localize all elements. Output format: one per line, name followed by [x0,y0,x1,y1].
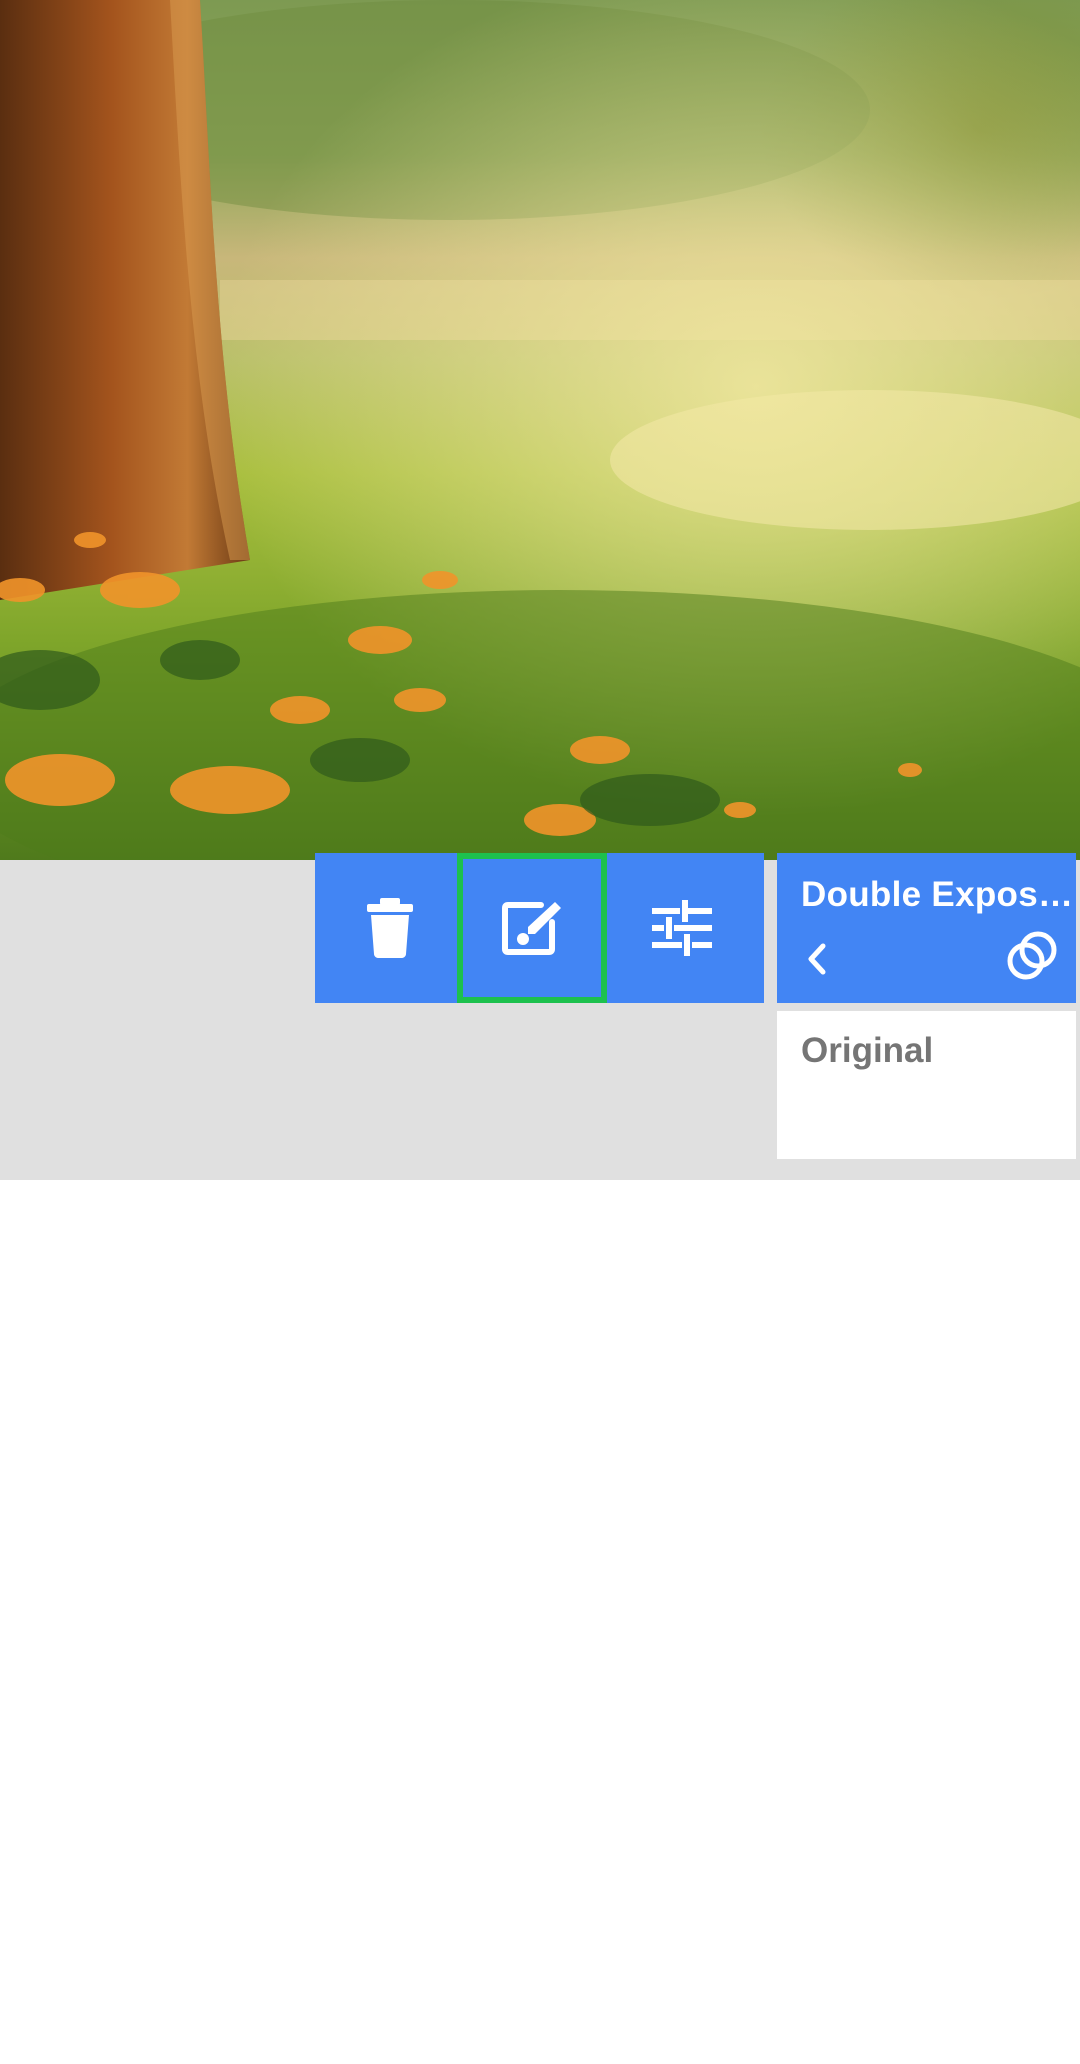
trash-icon [367,898,413,958]
edit-brush-icon [502,902,561,955]
double-exposure-button[interactable] [999,923,1065,989]
edit-button[interactable] [457,853,607,1003]
effect-title: Double Exposure [801,875,1076,914]
effect-option-original[interactable]: Original [777,1011,1076,1159]
back-button[interactable] [793,931,841,987]
edit-toolbar [315,853,764,1003]
double-exposure-icon [1007,931,1057,980]
chevron-left-icon [808,943,826,975]
delete-button[interactable] [315,853,465,1003]
sliders-icon [652,900,712,956]
adjust-button[interactable] [607,853,757,1003]
option-label: Original [801,1031,934,1070]
effect-header: Double Exposure [777,853,1076,1003]
landscape-photo [0,0,1080,860]
photo-canvas[interactable] [0,0,1080,860]
